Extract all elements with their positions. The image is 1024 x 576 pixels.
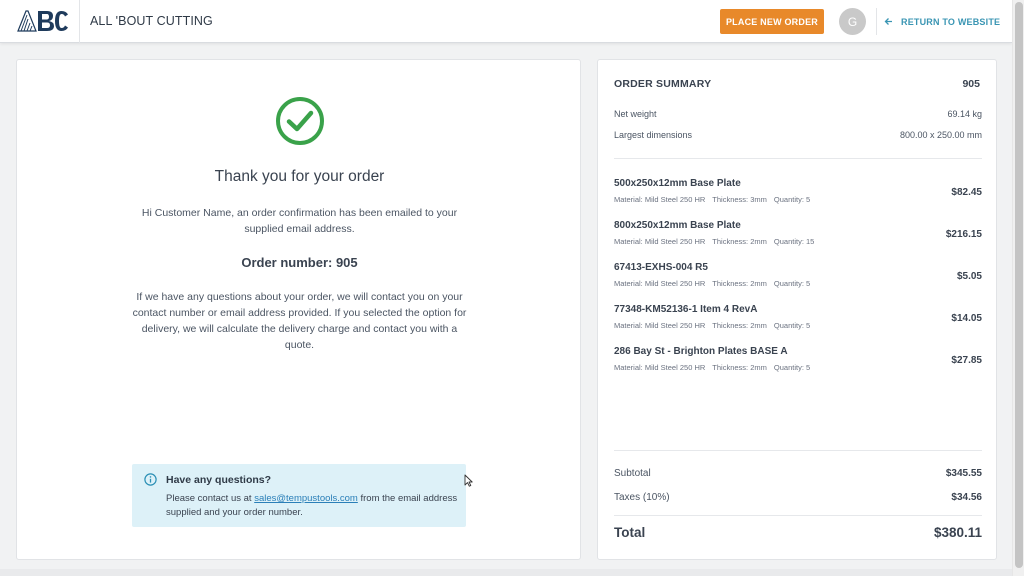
item-name: 77348-KM52136-1 Item 4 RevA — [614, 304, 758, 315]
line-item: 67413-EXHS-004 R5 Material: Mild Steel 2… — [614, 262, 982, 298]
scrollbar-thumb[interactable] — [1015, 2, 1023, 568]
info-icon — [144, 473, 157, 486]
taxes-row: Taxes (10%) $34.56 — [614, 492, 982, 503]
top-header: ALL 'BOUT CUTTING PLACE NEW ORDER G RETU… — [0, 0, 1012, 43]
item-thickness: Thickness: 3mm — [712, 195, 767, 204]
item-specs: Material: Mild Steel 250 HR Thickness: 2m… — [614, 279, 817, 288]
mouse-cursor-icon — [464, 474, 473, 487]
thank-you-heading: Thank you for your order — [214, 168, 385, 185]
item-material: Material: Mild Steel 250 HR — [614, 321, 706, 330]
net-weight-row: Net weight 69.14 kg — [614, 109, 982, 119]
arrow-left-icon — [884, 17, 893, 26]
largest-dimensions-label: Largest dimensions — [614, 130, 693, 140]
net-weight-label: Net weight — [614, 109, 657, 119]
sales-email-link[interactable]: sales@tempustools.com — [254, 493, 358, 504]
item-quantity: Quantity: 5 — [773, 363, 811, 372]
item-quantity: Quantity: 5 — [773, 279, 811, 288]
subtotal-row: Subtotal $345.55 — [614, 468, 982, 479]
line-item: 77348-KM52136-1 Item 4 RevA Material: Mi… — [614, 304, 982, 340]
item-price: $14.05 — [951, 313, 982, 324]
item-specs: Material: Mild Steel 250 HR Thickness: 3m… — [614, 195, 817, 204]
subtotal-value: $345.55 — [945, 468, 982, 479]
line-item: 800x250x12mm Base Plate Material: Mild S… — [614, 220, 982, 256]
item-price: $27.85 — [951, 355, 982, 366]
largest-dimensions-value: 800.00 x 250.00 mm — [899, 130, 982, 140]
item-material: Material: Mild Steel 250 HR — [614, 195, 706, 204]
return-to-website-label: RETURN TO WEBSITE — [901, 16, 1001, 27]
item-quantity: Quantity: 15 — [773, 237, 815, 246]
item-quantity: Quantity: 5 — [773, 321, 811, 330]
user-avatar[interactable]: G — [839, 8, 866, 35]
item-material: Material: Mild Steel 250 HR — [614, 279, 706, 288]
item-specs: Material: Mild Steel 250 HR Thickness: 2m… — [614, 363, 817, 372]
line-item: 286 Bay St - Brighton Plates BASE A Mate… — [614, 346, 982, 382]
taxes-value: $34.56 — [951, 492, 982, 503]
item-name: 67413-EXHS-004 R5 — [614, 262, 708, 273]
help-box: Have any questions? Please contact us at… — [132, 464, 466, 527]
net-weight-value: 69.14 kg — [947, 109, 982, 119]
help-text-before: Please contact us at — [166, 493, 255, 504]
item-name: 800x250x12mm Base Plate — [614, 220, 741, 231]
return-to-website-link[interactable]: RETURN TO WEBSITE — [884, 15, 1000, 28]
header-divider — [79, 0, 80, 43]
taxes-label: Taxes (10%) — [614, 492, 670, 503]
header-divider-right — [876, 8, 877, 35]
item-price: $216.15 — [945, 229, 982, 240]
total-label: Total — [614, 525, 646, 540]
item-price: $82.45 — [951, 187, 982, 198]
abc-logo[interactable] — [16, 9, 70, 33]
totals-divider — [614, 450, 982, 451]
app-name: ALL 'BOUT CUTTING — [90, 14, 213, 28]
item-thickness: Thickness: 2mm — [712, 363, 767, 372]
line-item: 500x250x12mm Base Plate Material: Mild S… — [614, 178, 982, 214]
item-thickness: Thickness: 2mm — [712, 321, 767, 330]
order-summary-number: 905 — [962, 78, 980, 90]
summary-divider — [614, 158, 982, 159]
subtotal-label: Subtotal — [614, 468, 651, 479]
grand-total-divider — [614, 515, 982, 516]
item-material: Material: Mild Steel 250 HR — [614, 237, 706, 246]
item-price: $5.05 — [956, 271, 982, 282]
order-summary-panel: ORDER SUMMARY 905 Net weight 69.14 kg La… — [597, 59, 997, 560]
order-confirmation-panel: Thank you for your order Hi Customer Nam… — [16, 59, 581, 560]
order-number-label: Order number: — [241, 255, 336, 270]
page-bottom-strip — [0, 569, 1012, 576]
largest-dimensions-row: Largest dimensions 800.00 x 250.00 mm — [614, 130, 982, 140]
item-name: 500x250x12mm Base Plate — [614, 178, 741, 189]
item-thickness: Thickness: 2mm — [712, 237, 767, 246]
contact-info-message: If we have any questions about your orde… — [132, 291, 467, 351]
item-specs: Material: Mild Steel 250 HR Thickness: 2m… — [614, 237, 821, 246]
vertical-scrollbar[interactable] — [1012, 0, 1024, 576]
item-name: 286 Bay St - Brighton Plates BASE A — [614, 346, 788, 357]
item-specs: Material: Mild Steel 250 HR Thickness: 2m… — [614, 321, 817, 330]
place-new-order-button[interactable]: PLACE NEW ORDER — [720, 9, 824, 34]
order-summary-title: ORDER SUMMARY — [614, 78, 712, 90]
item-quantity: Quantity: 5 — [773, 195, 811, 204]
item-material: Material: Mild Steel 250 HR — [614, 363, 706, 372]
success-check-icon — [276, 97, 324, 145]
order-number-value: 905 — [335, 255, 358, 270]
total-row: Total $380.11 — [614, 525, 982, 540]
order-number: Order number: 905 — [17, 255, 582, 270]
item-thickness: Thickness: 2mm — [712, 279, 767, 288]
total-value: $380.11 — [933, 525, 982, 540]
confirmation-message: Hi Customer Name, an order confirmation … — [141, 207, 458, 235]
help-title: Have any questions? — [166, 474, 272, 486]
help-text: Please contact us at sales@tempustools.c… — [166, 492, 462, 520]
